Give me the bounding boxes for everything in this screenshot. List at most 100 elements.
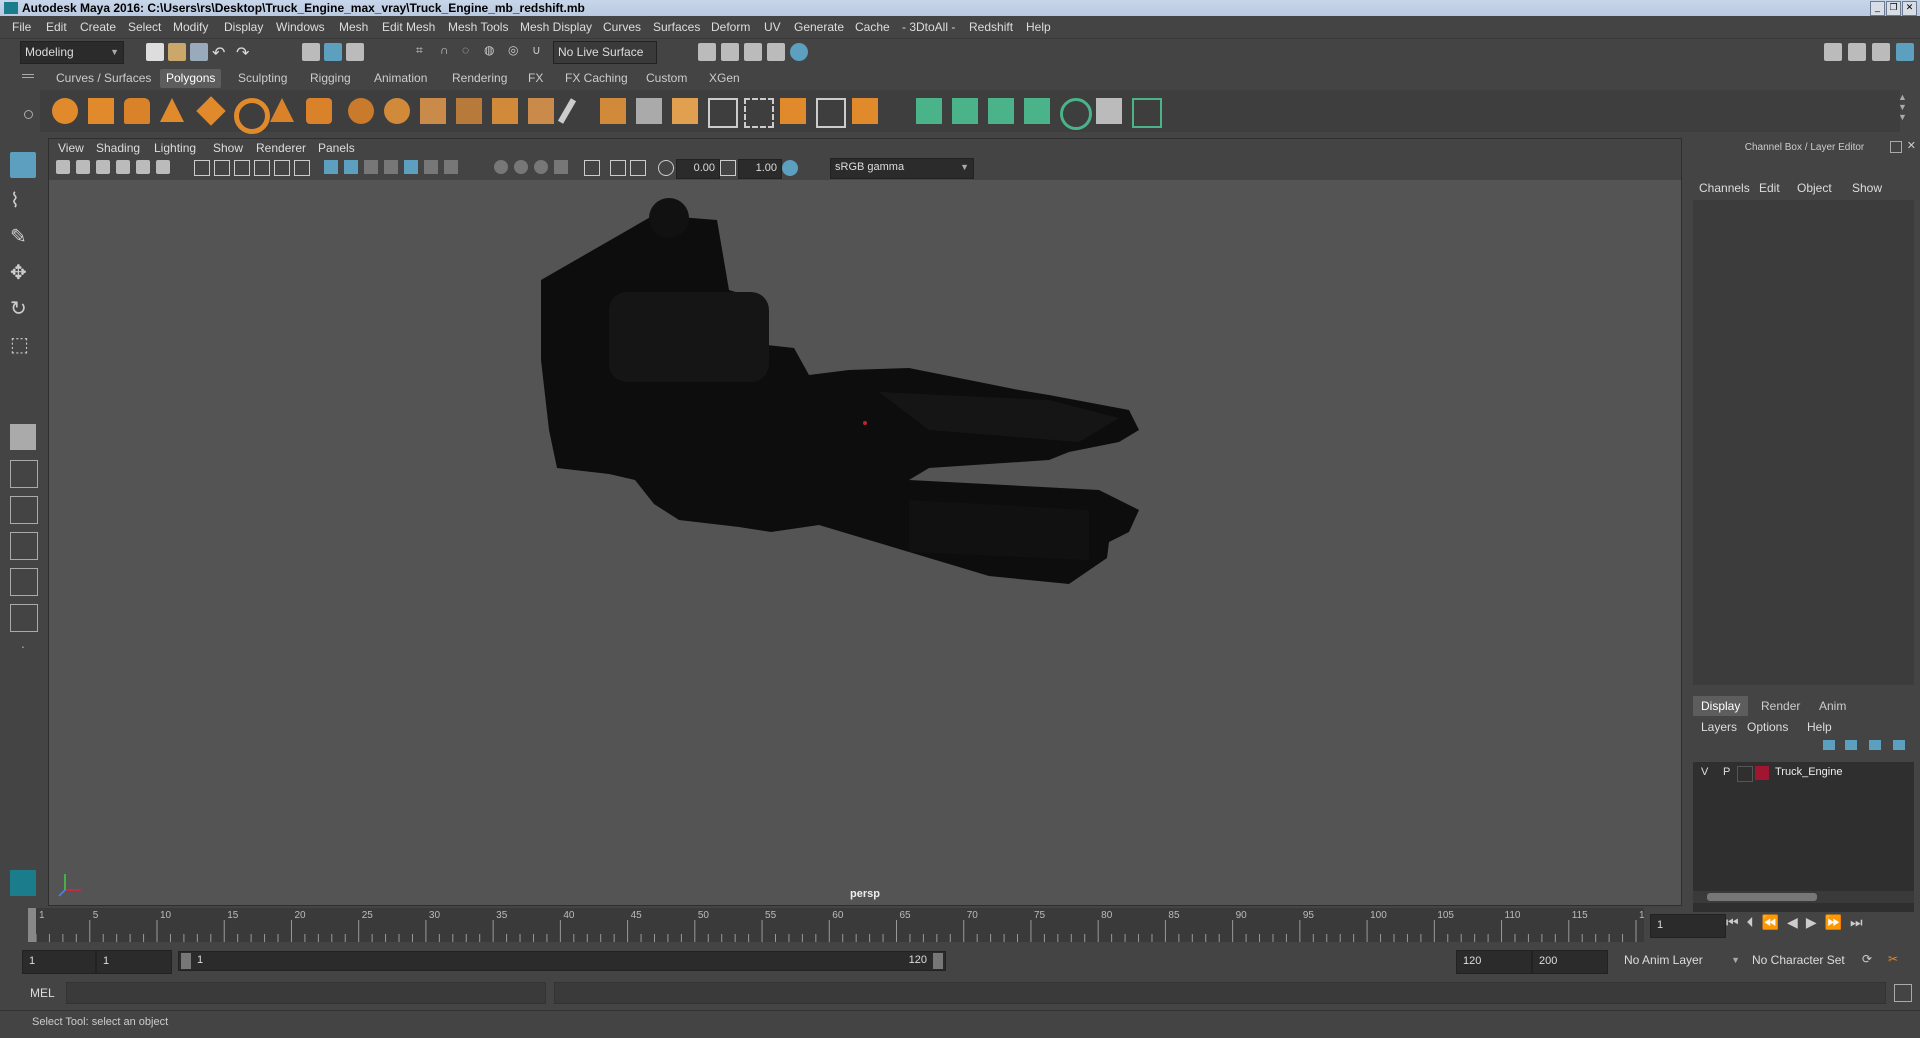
target-weld-icon[interactable]: [816, 98, 846, 128]
select-tool-icon[interactable]: [10, 152, 36, 178]
shelf-tab-custom[interactable]: Custom: [640, 69, 693, 88]
menu-deform[interactable]: Deform: [711, 20, 750, 34]
menu-cache[interactable]: Cache: [855, 20, 890, 34]
cb-menu-channels[interactable]: Channels: [1699, 181, 1750, 195]
attribute-editor-icon[interactable]: [1848, 43, 1866, 61]
step-back-icon[interactable]: ⏴: [1747, 914, 1762, 930]
layer-color-swatch[interactable]: [1755, 766, 1769, 780]
planar-map-icon[interactable]: [916, 98, 942, 124]
lights-icon[interactable]: [404, 160, 418, 174]
automatic-map-icon[interactable]: [1024, 98, 1050, 124]
layer-scrollbar-thumb[interactable]: [1707, 893, 1817, 901]
cylindrical-map-icon[interactable]: [952, 98, 978, 124]
bookmark-icon[interactable]: [96, 160, 110, 174]
current-frame-field[interactable]: 1: [1650, 914, 1726, 938]
smooth-icon[interactable]: [456, 98, 482, 124]
poly-pyramid-icon[interactable]: [270, 98, 294, 122]
2d-pan-zoom-icon[interactable]: [136, 160, 150, 174]
select-object-icon[interactable]: [324, 43, 342, 61]
redo-icon[interactable]: ↷: [236, 43, 254, 62]
menu-windows[interactable]: Windows: [276, 20, 325, 34]
menu-create[interactable]: Create: [80, 20, 116, 34]
color-management-icon[interactable]: [782, 160, 798, 176]
animation-prefs-icon[interactable]: ✂: [1888, 952, 1906, 970]
go-to-end-icon[interactable]: ⏭: [1850, 914, 1871, 930]
menu-mesh-tools[interactable]: Mesh Tools: [448, 20, 508, 34]
range-slider[interactable]: 1 120: [178, 951, 946, 971]
menu-uv[interactable]: UV: [764, 20, 781, 34]
anim-layer-select[interactable]: No Anim Layer ▼: [1620, 950, 1744, 972]
resolution-gate-icon[interactable]: [234, 160, 250, 176]
shadows-icon[interactable]: [424, 160, 438, 174]
menu-display[interactable]: Display: [224, 20, 263, 34]
wireframe-on-shaded-icon[interactable]: [364, 160, 378, 174]
script-editor-icon[interactable]: [1894, 984, 1912, 1002]
restore-button[interactable]: ❐: [1886, 1, 1901, 16]
layer-display-type[interactable]: [1737, 766, 1753, 782]
camera-select-icon[interactable]: [56, 160, 70, 174]
play-forward-icon[interactable]: ▶: [1806, 914, 1825, 930]
shelf-tab-rendering[interactable]: Rendering: [446, 69, 513, 88]
close-button[interactable]: ✕: [1902, 1, 1917, 16]
camera-attributes-icon[interactable]: [76, 160, 90, 174]
menu-mesh-display[interactable]: Mesh Display: [520, 20, 592, 34]
poly-cube-icon[interactable]: [88, 98, 114, 124]
mode-selector[interactable]: Modeling ▼: [20, 41, 124, 64]
open-scene-icon[interactable]: [168, 43, 186, 61]
separate-icon[interactable]: [384, 98, 410, 124]
smooth-shade-icon[interactable]: [344, 160, 358, 174]
view-transform-select[interactable]: sRGB gamma ▼: [830, 158, 974, 179]
textured-icon[interactable]: [384, 160, 398, 174]
ambient-occlusion-icon[interactable]: [494, 160, 508, 174]
snap-surface-icon[interactable]: ◎: [508, 43, 526, 61]
checker-map-icon[interactable]: [1096, 98, 1122, 124]
vp-menu-view[interactable]: View: [58, 141, 84, 155]
poly-pipe-icon[interactable]: [306, 98, 332, 124]
uv-editor-icon[interactable]: [1060, 98, 1092, 130]
play-back-icon[interactable]: ◀: [1787, 914, 1806, 930]
layer-name[interactable]: Truck_Engine: [1775, 766, 1842, 778]
motion-blur-icon[interactable]: [514, 160, 528, 174]
snap-curve-icon[interactable]: ∩: [440, 43, 458, 61]
auto-key-icon[interactable]: ⟳: [1862, 952, 1880, 970]
scene-end-field[interactable]: 200: [1532, 950, 1608, 974]
character-set-select[interactable]: No Character Set: [1748, 950, 1870, 972]
spherical-map-icon[interactable]: [988, 98, 1014, 124]
vp-menu-renderer[interactable]: Renderer: [256, 141, 306, 155]
poly-sphere-icon[interactable]: [52, 98, 78, 124]
cb-menu-object[interactable]: Object: [1797, 181, 1832, 195]
render-view-icon[interactable]: [721, 43, 739, 61]
menu-file[interactable]: File: [12, 20, 31, 34]
xray-icon[interactable]: [584, 160, 600, 176]
paint-select-tool-icon[interactable]: ✎: [10, 224, 36, 250]
menu-edit-mesh[interactable]: Edit Mesh: [382, 20, 435, 34]
time-slider[interactable]: 1 5 10 15 20 25 30 35 40 45 50 55 60 65 70 75 80 85 90 95 10…: [28, 908, 1644, 942]
scale-tool-icon[interactable]: ⬚: [10, 332, 36, 358]
anti-aliasing-icon[interactable]: [534, 160, 548, 174]
select-hierarchy-icon[interactable]: [302, 43, 320, 61]
xray-components-icon[interactable]: [630, 160, 646, 176]
move-layer-down-icon[interactable]: [1845, 740, 1857, 750]
vp-menu-show[interactable]: Show: [213, 141, 243, 155]
layer-tab-render[interactable]: Render: [1753, 696, 1808, 716]
hypershade-icon[interactable]: [790, 43, 808, 61]
grease-pencil-icon[interactable]: [156, 160, 170, 174]
next-key-icon[interactable]: ⏩: [1825, 914, 1850, 930]
float-panel-icon[interactable]: [1890, 141, 1902, 153]
render-frame-icon[interactable]: [767, 43, 785, 61]
new-scene-icon[interactable]: [146, 43, 164, 61]
menu-3dtoall[interactable]: - 3DtoAll -: [902, 20, 955, 34]
menu-modify[interactable]: Modify: [173, 20, 208, 34]
shelf-tab-fx[interactable]: FX: [522, 69, 549, 88]
gamma-field[interactable]: 1.00: [738, 159, 782, 179]
insert-edge-loop-icon[interactable]: [708, 98, 738, 128]
cb-menu-edit[interactable]: Edit: [1759, 181, 1780, 195]
layer-playback-toggle[interactable]: P: [1723, 766, 1730, 778]
layer-tab-display[interactable]: Display: [1693, 696, 1749, 716]
current-time-indicator[interactable]: [28, 908, 36, 942]
tool-settings-icon[interactable]: [1872, 43, 1890, 61]
grid-icon[interactable]: [194, 160, 210, 176]
isolate-select-icon[interactable]: [444, 160, 458, 174]
append-polygon-icon[interactable]: [636, 98, 662, 124]
mirror-icon[interactable]: [780, 98, 806, 124]
